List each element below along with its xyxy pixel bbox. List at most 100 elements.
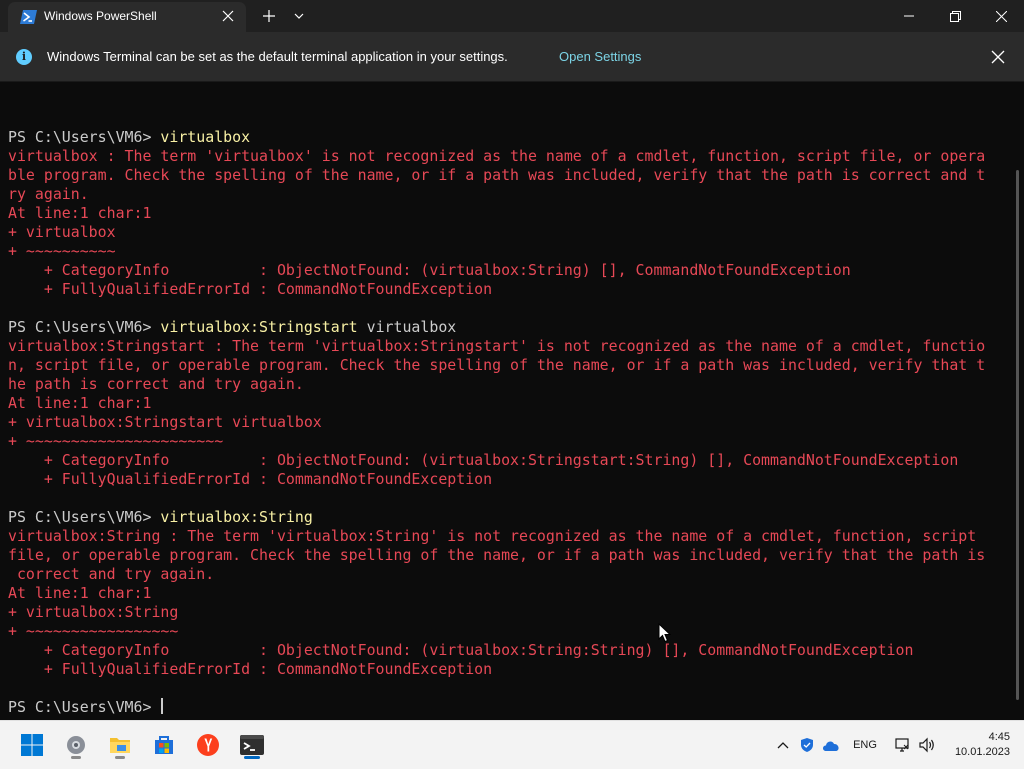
terminal-output[interactable]: PS C:\Users\VM6> virtualbox virtualbox : … bbox=[8, 109, 1008, 716]
restore-icon bbox=[949, 10, 961, 22]
minimize-icon bbox=[904, 15, 914, 17]
terminal-line: At line:1 char:1 bbox=[8, 584, 1008, 603]
network-tray[interactable] bbox=[892, 735, 912, 755]
error-text: + CategoryInfo : ObjectNotFound: (virtua… bbox=[8, 261, 851, 279]
terminal-line: PS C:\Users\VM6> virtualbox:Stringstart … bbox=[8, 318, 1008, 337]
terminal-line: At line:1 char:1 bbox=[8, 394, 1008, 413]
error-text: file, or operable program. Check the spe… bbox=[8, 546, 986, 564]
taskbar-clock[interactable]: 4:45 10.01.2023 bbox=[946, 730, 1010, 760]
tab-title: Windows PowerShell bbox=[44, 9, 157, 23]
error-text: At line:1 char:1 bbox=[8, 584, 152, 602]
infobar-message: Windows Terminal can be set as the defau… bbox=[47, 49, 508, 64]
error-text: + ~~~~~~~~~~~~~~~~~~~~~~ bbox=[8, 432, 224, 450]
error-text: At line:1 char:1 bbox=[8, 394, 152, 412]
show-hidden-icons-button[interactable] bbox=[774, 735, 792, 755]
terminal-line: correct and try again. bbox=[8, 565, 1008, 584]
command-text: virtualbox:String bbox=[160, 508, 313, 526]
terminal-line: + ~~~~~~~~~~~~~~~~~~~~~~ bbox=[8, 432, 1008, 451]
scrollbar[interactable] bbox=[1016, 170, 1019, 700]
taskbar-file-explorer[interactable] bbox=[104, 729, 136, 761]
terminal-line: + FullyQualifiedErrorId : CommandNotFoun… bbox=[8, 660, 1008, 679]
error-text: At line:1 char:1 bbox=[8, 204, 152, 222]
taskbar-app-settings[interactable] bbox=[60, 729, 92, 761]
error-text: virtualbox:Stringstart : The term 'virtu… bbox=[8, 337, 986, 355]
chevron-up-icon bbox=[777, 742, 789, 749]
volume-tray[interactable] bbox=[916, 735, 938, 755]
terminal-line: + virtualbox bbox=[8, 223, 1008, 242]
taskbar-microsoft-store[interactable] bbox=[148, 729, 180, 761]
prompt: PS C:\Users\VM6> bbox=[8, 698, 161, 716]
terminal-line: + FullyQualifiedErrorId : CommandNotFoun… bbox=[8, 470, 1008, 489]
terminal-line: virtualbox : The term 'virtualbox' is no… bbox=[8, 147, 1008, 166]
open-settings-link[interactable]: Open Settings bbox=[559, 49, 641, 64]
terminal-line: n, script file, or operable program. Che… bbox=[8, 356, 1008, 375]
shield-icon bbox=[801, 738, 813, 752]
taskbar-yandex-browser[interactable] bbox=[192, 729, 224, 761]
new-tab-button[interactable] bbox=[256, 0, 282, 32]
info-icon bbox=[16, 49, 32, 65]
start-button[interactable] bbox=[16, 729, 48, 761]
gear-app-icon bbox=[67, 736, 85, 754]
error-text: + FullyQualifiedErrorId : CommandNotFoun… bbox=[8, 280, 493, 298]
terminal-line: + CategoryInfo : ObjectNotFound: (virtua… bbox=[8, 451, 1008, 470]
error-text: virtualbox : The term 'virtualbox' is no… bbox=[8, 147, 986, 165]
plus-icon bbox=[263, 10, 275, 22]
error-text: + CategoryInfo : ObjectNotFound: (virtua… bbox=[8, 451, 959, 469]
clock-time: 4:45 bbox=[988, 731, 1010, 743]
error-text: + FullyQualifiedErrorId : CommandNotFoun… bbox=[8, 470, 493, 488]
taskbar-windows-terminal[interactable] bbox=[236, 729, 268, 761]
terminal-app-icon bbox=[240, 735, 264, 755]
folder-icon bbox=[110, 738, 130, 753]
taskbar: ENG 4:45 10.01.2023 bbox=[0, 720, 1024, 769]
speaker-icon bbox=[919, 737, 934, 753]
network-icon bbox=[895, 738, 909, 752]
yandex-icon bbox=[197, 734, 219, 756]
text-cursor bbox=[161, 698, 164, 714]
terminal-line: + ~~~~~~~~~~ bbox=[8, 242, 1008, 261]
minimize-button[interactable] bbox=[886, 0, 932, 32]
prompt: PS C:\Users\VM6> bbox=[8, 508, 161, 526]
running-indicator bbox=[115, 756, 125, 759]
active-indicator bbox=[244, 756, 260, 759]
terminal-line: + FullyQualifiedErrorId : CommandNotFoun… bbox=[8, 280, 1008, 299]
terminal-line: virtualbox:Stringstart : The term 'virtu… bbox=[8, 337, 1008, 356]
terminal-line: file, or operable program. Check the spe… bbox=[8, 546, 1008, 565]
terminal-line: + virtualbox:String bbox=[8, 603, 1008, 622]
clock-date: 10.01.2023 bbox=[954, 746, 1010, 758]
error-text: + ~~~~~~~~~~~~~~~~~ bbox=[8, 622, 179, 640]
terminal-line: PS C:\Users\VM6> bbox=[8, 698, 1008, 717]
store-icon bbox=[155, 736, 173, 754]
terminal-line: + CategoryInfo : ObjectNotFound: (virtua… bbox=[8, 641, 1008, 660]
tab-windows-powershell[interactable]: Windows PowerShell bbox=[8, 2, 246, 32]
close-tab-icon[interactable] bbox=[220, 8, 236, 24]
error-text: ry again. bbox=[8, 185, 89, 203]
error-text: + virtualbox:Stringstart virtualbox bbox=[8, 413, 322, 431]
close-window-button[interactable] bbox=[978, 0, 1024, 32]
close-infobar-icon[interactable] bbox=[989, 48, 1007, 66]
maximize-button[interactable] bbox=[932, 0, 978, 32]
language-indicator[interactable]: ENG bbox=[848, 735, 882, 755]
close-icon bbox=[995, 10, 1007, 22]
error-text: + ~~~~~~~~~~ bbox=[8, 242, 116, 260]
terminal-line: PS C:\Users\VM6> virtualbox bbox=[8, 128, 1008, 147]
error-text: + virtualbox:String bbox=[8, 603, 179, 621]
terminal-line: ble program. Check the spelling of the n… bbox=[8, 166, 1008, 185]
terminal-line: virtualbox:String : The term 'virtualbox… bbox=[8, 527, 1008, 546]
chevron-down-icon bbox=[294, 13, 304, 19]
windows-security-tray[interactable] bbox=[798, 735, 816, 755]
tab-dropdown-button[interactable] bbox=[286, 0, 312, 32]
mouse-cursor-icon bbox=[658, 623, 672, 643]
powershell-icon bbox=[20, 10, 37, 24]
prompt: PS C:\Users\VM6> bbox=[8, 318, 161, 336]
error-text: n, script file, or operable program. Che… bbox=[8, 356, 986, 374]
prompt: PS C:\Users\VM6> bbox=[8, 128, 161, 146]
onedrive-tray[interactable] bbox=[820, 735, 842, 755]
terminal-line: PS C:\Users\VM6> virtualbox:String bbox=[8, 508, 1008, 527]
terminal-line: + ~~~~~~~~~~~~~~~~~ bbox=[8, 622, 1008, 641]
terminal-line: he path is correct and try again. bbox=[8, 375, 1008, 394]
command-argument: virtualbox bbox=[357, 318, 457, 336]
